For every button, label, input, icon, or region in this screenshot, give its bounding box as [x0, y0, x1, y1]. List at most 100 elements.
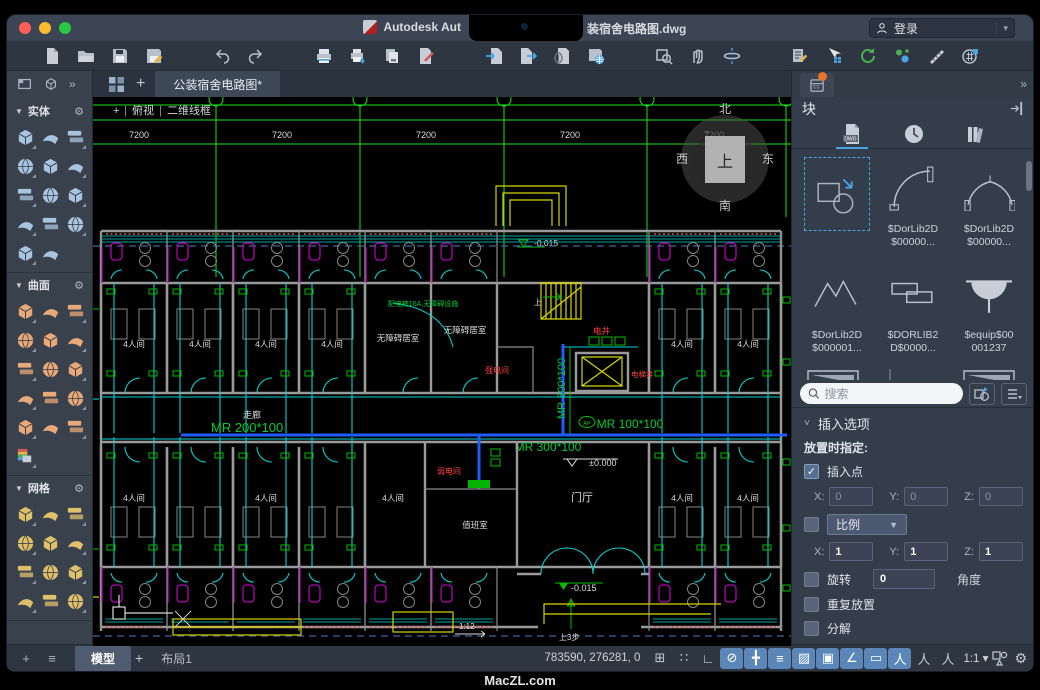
- insert-options-header[interactable]: ˅ 插入选项: [804, 414, 1023, 433]
- palette-tool-icon[interactable]: [13, 500, 38, 529]
- annotation-scale-toggle[interactable]: 人: [936, 648, 959, 669]
- viewport-plus-control[interactable]: +: [113, 105, 119, 117]
- palette-tool-icon[interactable]: [63, 413, 88, 442]
- palette-section-header[interactable]: ▼网格⚙: [7, 476, 92, 498]
- tab-recent-blocks[interactable]: [896, 120, 932, 148]
- new-drawing-tab-button[interactable]: +: [136, 75, 145, 93]
- pan-icon[interactable]: [687, 45, 709, 67]
- gear-icon[interactable]: ⚙: [74, 482, 84, 495]
- grid-display-toggle[interactable]: ⊞: [648, 648, 671, 669]
- scale-x-field[interactable]: [829, 542, 873, 561]
- compass-north[interactable]: 北: [719, 102, 731, 116]
- viewport-view-control[interactable]: 俯视: [132, 103, 154, 117]
- transparency-toggle[interactable]: ▨: [792, 648, 815, 669]
- palette-tool-icon[interactable]: [38, 355, 63, 384]
- palette-tool-icon[interactable]: [38, 297, 63, 326]
- palette-tool-icon[interactable]: [13, 326, 38, 355]
- palette-tool-icon[interactable]: [13, 442, 38, 471]
- more-icon[interactable]: »: [1027, 45, 1034, 67]
- collaborate-icon[interactable]: [891, 45, 913, 67]
- cube-icon[interactable]: [43, 76, 59, 92]
- palette-tool-icon[interactable]: [63, 297, 88, 326]
- scale-select[interactable]: 比例 ▼: [827, 514, 907, 535]
- model-tab[interactable]: 模型: [75, 646, 131, 671]
- zoom-window-button[interactable]: [59, 22, 71, 34]
- viewport-style-control[interactable]: 二维线框: [167, 103, 211, 117]
- workspace-icon[interactable]: [992, 650, 1010, 666]
- new-layout-button[interactable]: +: [135, 650, 143, 666]
- ortho-mode-toggle[interactable]: ∟: [696, 648, 719, 669]
- palette-tool-icon[interactable]: [63, 500, 88, 529]
- palette-tool-icon[interactable]: [13, 558, 38, 587]
- orbit-icon[interactable]: [721, 45, 743, 67]
- palette-tool-icon[interactable]: [38, 587, 63, 616]
- palette-tool-icon[interactable]: [63, 181, 88, 210]
- palette-tool-icon[interactable]: [13, 239, 38, 268]
- palette-tool-icon[interactable]: [63, 123, 88, 152]
- drawing-canvas[interactable]: 7200 7200 7200 7200 7200 + | 俯视 | 二维线框 -…: [93, 97, 791, 644]
- tub-block-icon[interactable]: [884, 366, 938, 380]
- add-palette-icon[interactable]: +: [13, 651, 39, 666]
- share-view-icon[interactable]: [959, 45, 981, 67]
- palette-tool-icon[interactable]: [13, 123, 38, 152]
- palette-tool-icon[interactable]: [13, 152, 38, 181]
- drawing-tab-active[interactable]: 公装宿舍电路图*: [155, 71, 280, 97]
- ridge-block[interactable]: $DorLib2D$000001...: [802, 263, 872, 366]
- tub-block-icon[interactable]: [962, 366, 1016, 380]
- palette-section-header[interactable]: ▼实体⚙: [7, 99, 92, 121]
- double-door-block[interactable]: $DorLib2D$00000...: [954, 157, 1024, 260]
- palette-tool-icon[interactable]: [13, 210, 38, 239]
- block-search[interactable]: [800, 383, 963, 404]
- scale-z-field[interactable]: [979, 542, 1023, 561]
- palette-tool-icon[interactable]: [38, 529, 63, 558]
- print-icon[interactable]: [313, 45, 335, 67]
- properties-icon[interactable]: [789, 45, 811, 67]
- palette-tool-icon[interactable]: [63, 384, 88, 413]
- palette-tool-icon[interactable]: [63, 529, 88, 558]
- palette-tool-icon[interactable]: [13, 413, 38, 442]
- explode-checkbox[interactable]: [804, 621, 819, 636]
- save-as-icon[interactable]: [143, 45, 165, 67]
- auto-hide-icon[interactable]: [1008, 100, 1025, 117]
- insert-z-field[interactable]: [979, 487, 1023, 506]
- login-caret-icon[interactable]: ▾: [996, 23, 1008, 34]
- repeat-placement-checkbox[interactable]: [804, 597, 819, 612]
- compass-east[interactable]: 东: [762, 152, 774, 166]
- insertion-point-checkbox[interactable]: ✓: [804, 464, 819, 479]
- palette-tool-icon[interactable]: [38, 384, 63, 413]
- palette-tool-icon[interactable]: [63, 152, 88, 181]
- palette-tab[interactable]: [800, 73, 834, 97]
- lineweight-display-toggle[interactable]: ≡: [768, 648, 791, 669]
- current-drawing-block[interactable]: [802, 157, 872, 260]
- palette-overflow-icon[interactable]: »: [69, 77, 74, 91]
- print-export-icon[interactable]: [347, 45, 369, 67]
- palette-tool-icon[interactable]: [13, 181, 38, 210]
- insert-y-field[interactable]: [904, 487, 948, 506]
- palette-tool-icon[interactable]: [13, 529, 38, 558]
- login-button[interactable]: 登录 ▾: [869, 18, 1015, 38]
- palette-section-header[interactable]: ▼曲面⚙: [7, 273, 92, 295]
- door-block[interactable]: $DorLib2D$00000...: [878, 157, 948, 260]
- palette-tool-icon[interactable]: [63, 326, 88, 355]
- annotation-scale-value[interactable]: 1:1 ▾: [963, 651, 988, 665]
- palette-tool-icon[interactable]: [38, 210, 63, 239]
- gallery-view-button[interactable]: [1001, 383, 1027, 405]
- equipment-block[interactable]: $equip$00001237: [954, 263, 1024, 366]
- customization-gear-icon[interactable]: ⚙: [1014, 650, 1027, 667]
- palette-tool-icon[interactable]: [38, 181, 63, 210]
- palette-tool-icon[interactable]: [63, 210, 88, 239]
- palette-tool-icon[interactable]: [63, 587, 88, 616]
- palette-tool-icon[interactable]: [38, 326, 63, 355]
- copy-clipboard-icon[interactable]: [381, 45, 403, 67]
- scale-checkbox[interactable]: [804, 517, 819, 532]
- block-search-input[interactable]: [825, 387, 955, 401]
- tab-current-drawing[interactable]: DWG: [834, 120, 870, 148]
- gear-icon[interactable]: ⚙: [74, 279, 84, 292]
- palette-tool-icon[interactable]: [38, 123, 63, 152]
- measure-icon[interactable]: [925, 45, 947, 67]
- undo-icon[interactable]: [211, 45, 233, 67]
- palette-tool-icon[interactable]: [63, 558, 88, 587]
- palette-tool-icon[interactable]: [38, 558, 63, 587]
- compass-top-face[interactable]: 上: [717, 153, 733, 171]
- compass-west[interactable]: 西: [676, 152, 688, 166]
